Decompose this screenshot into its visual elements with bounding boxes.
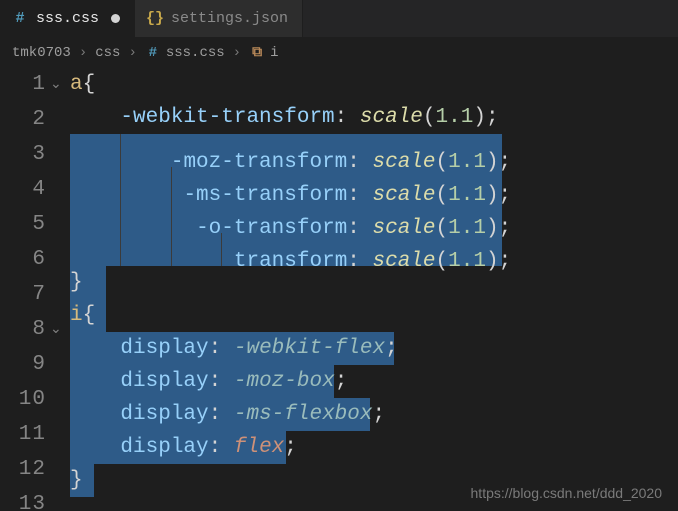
line-number: 7 xyxy=(0,278,60,313)
crumb-folder[interactable]: tmk0703 xyxy=(12,45,71,61)
code-line[interactable]: -moz-transform: scale(1.1); xyxy=(70,134,678,167)
json-file-icon: {} xyxy=(147,10,163,27)
tab-settings-json[interactable]: {} settings.json xyxy=(135,0,303,37)
line-number: 12 xyxy=(0,453,60,488)
line-number: 11 xyxy=(0,418,60,453)
code-line[interactable]: -webkit-transform: scale(1.1); xyxy=(70,101,678,134)
crumb-file[interactable]: # sss.css xyxy=(145,45,225,61)
crumb-label: i xyxy=(270,45,278,61)
chevron-right-icon: › xyxy=(79,45,87,61)
crumb-label: sss.css xyxy=(166,45,225,61)
css-file-icon: # xyxy=(145,45,161,61)
tab-label: settings.json xyxy=(171,10,288,27)
line-number: 8⌄ xyxy=(0,313,60,348)
chevron-right-icon: › xyxy=(233,45,241,61)
code-line[interactable]: display: -moz-box; xyxy=(70,365,678,398)
line-number: 4 xyxy=(0,173,60,208)
tab-label: sss.css xyxy=(36,10,99,27)
line-number: 3 xyxy=(0,138,60,173)
dirty-indicator-icon xyxy=(111,14,120,23)
line-number: 9 xyxy=(0,348,60,383)
line-number: 13 xyxy=(0,488,60,511)
code-line[interactable]: display: flex; xyxy=(70,431,678,464)
code-content[interactable]: a{ -webkit-transform: scale(1.1); -moz-t… xyxy=(70,68,678,511)
tab-bar: # sss.css {} settings.json xyxy=(0,0,678,38)
fold-chevron-icon[interactable]: ⌄ xyxy=(50,69,60,102)
code-line[interactable]: i{ xyxy=(70,299,678,332)
crumb-folder[interactable]: css xyxy=(95,45,120,61)
line-number: 10 xyxy=(0,383,60,418)
crumb-symbol[interactable]: ⧉ i xyxy=(249,45,278,61)
chevron-right-icon: › xyxy=(128,45,136,61)
line-number: 2 xyxy=(0,103,60,138)
code-line[interactable]: display: -webkit-flex; xyxy=(70,332,678,365)
tab-sss-css[interactable]: # sss.css xyxy=(0,0,135,37)
line-number-gutter: 1⌄2 3 4 5 6 7 8⌄9 10 11 12 13 xyxy=(0,68,70,511)
watermark: https://blog.csdn.net/ddd_2020 xyxy=(471,485,662,501)
symbol-icon: ⧉ xyxy=(249,45,265,61)
css-file-icon: # xyxy=(12,10,28,27)
code-line[interactable]: display: -ms-flexbox; xyxy=(70,398,678,431)
line-number: 5 xyxy=(0,208,60,243)
code-editor[interactable]: 1⌄2 3 4 5 6 7 8⌄9 10 11 12 13 a{ -webkit… xyxy=(0,68,678,511)
line-number: 1⌄ xyxy=(0,68,60,103)
fold-chevron-icon[interactable]: ⌄ xyxy=(50,314,60,347)
line-number: 6 xyxy=(0,243,60,278)
breadcrumb: tmk0703 › css › # sss.css › ⧉ i xyxy=(0,38,678,68)
code-line[interactable]: a{ xyxy=(70,68,678,101)
